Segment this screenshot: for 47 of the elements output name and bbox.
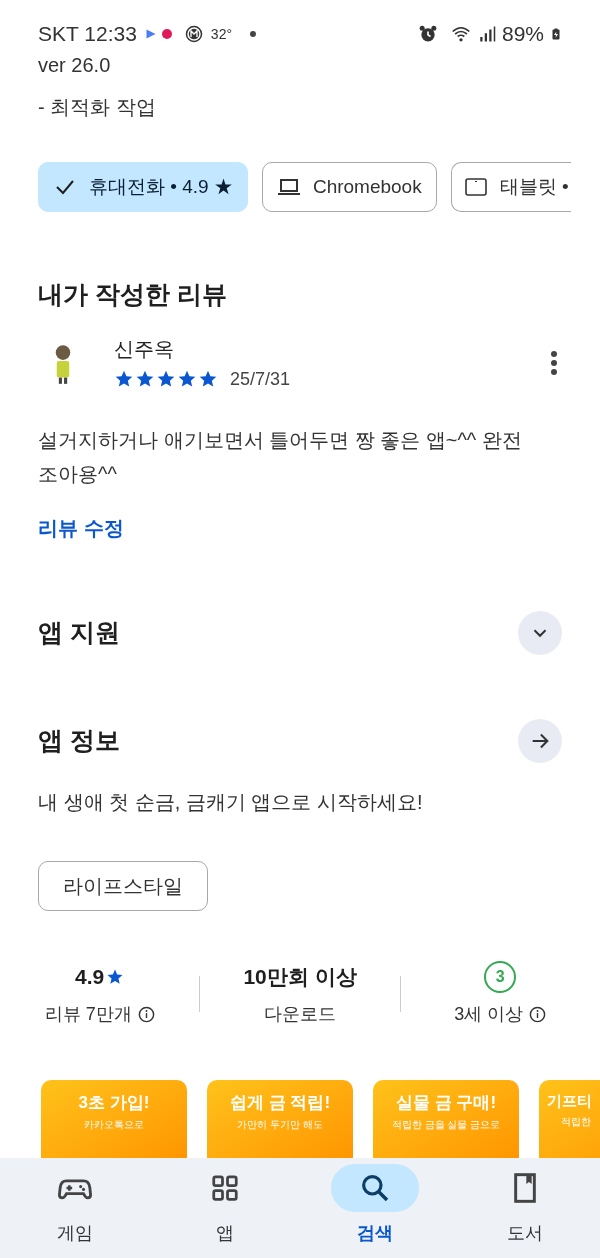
- status-time: SKT 12:33: [38, 21, 137, 48]
- play-icon: [144, 27, 157, 41]
- section-heading: 앱 정보: [38, 724, 120, 756]
- screenshot-title: 쉽게 금 적립!: [229, 1091, 331, 1114]
- screenshot-caption: 적립한: [560, 1115, 591, 1129]
- temperature-text: 32°: [210, 24, 233, 44]
- screenshot-caption: 적립한 금을 실물 금으로: [391, 1118, 501, 1132]
- more-icon: [551, 351, 557, 375]
- device-tab[interactable]: 태블릿 •: [450, 162, 571, 212]
- review-date: 25/7/31: [230, 367, 291, 391]
- device-tab[interactable]: Chromebook: [261, 162, 437, 212]
- info-icon: [137, 1005, 155, 1023]
- apps-grid-icon: [210, 1173, 240, 1203]
- signal-icon: [477, 25, 496, 43]
- rating-value: 4.9: [75, 963, 105, 990]
- reviewer-name: 신주옥: [114, 336, 175, 362]
- alarm-icon: [417, 24, 438, 44]
- section-heading: 앱 지원: [38, 616, 120, 648]
- info-icon: [529, 1005, 547, 1023]
- screenshot-title: 3초 가입!: [78, 1091, 150, 1114]
- battery-text: 89%: [501, 21, 544, 48]
- nav-tab[interactable]: 앱: [150, 1158, 300, 1258]
- age-rating-badge: 3: [484, 960, 517, 993]
- release-note: - 최적화 작업: [38, 95, 157, 120]
- nav-tab[interactable]: 검색: [300, 1158, 450, 1258]
- screenshot-caption: 가만히 두기만 해도: [237, 1118, 323, 1132]
- dot-icon: [160, 28, 173, 40]
- app-description: 내 생애 첫 순금, 금캐기 앱으로 시작하세요!: [38, 789, 424, 815]
- open-button[interactable]: [518, 718, 562, 763]
- screenshot-title: 기프티: [547, 1090, 592, 1111]
- release-note: ver 26.0: [38, 53, 112, 78]
- nav-tab[interactable]: 도서: [450, 1158, 600, 1258]
- stat-label: 리뷰 7만개: [44, 1002, 132, 1026]
- nav-tab[interactable]: 게임: [0, 1158, 150, 1258]
- download-count: 10만회 이상: [243, 963, 357, 990]
- tablet-icon: [463, 175, 488, 199]
- stat-label: 3세 이상: [454, 1002, 524, 1026]
- screenshot-caption: 카카오톡으로: [84, 1118, 144, 1132]
- device-tab[interactable]: 휴대전화 • 4.9 ★: [38, 162, 248, 212]
- section-heading: 내가 작성한 리뷰: [38, 279, 228, 310]
- edit-review-link[interactable]: 리뷰 수정: [38, 512, 124, 543]
- screenshot-title: 실물 금 구매!: [395, 1091, 497, 1114]
- category-chip[interactable]: 라이프스타일: [38, 860, 208, 911]
- review-text: 설거지하거나 애기보면서 틀어두면 짱 좋은 앱~^^ 완전 조아용^^: [38, 427, 523, 487]
- search-icon: [359, 1172, 391, 1204]
- stat-label: 다운로드: [264, 1002, 336, 1026]
- badge-icon: [184, 25, 203, 43]
